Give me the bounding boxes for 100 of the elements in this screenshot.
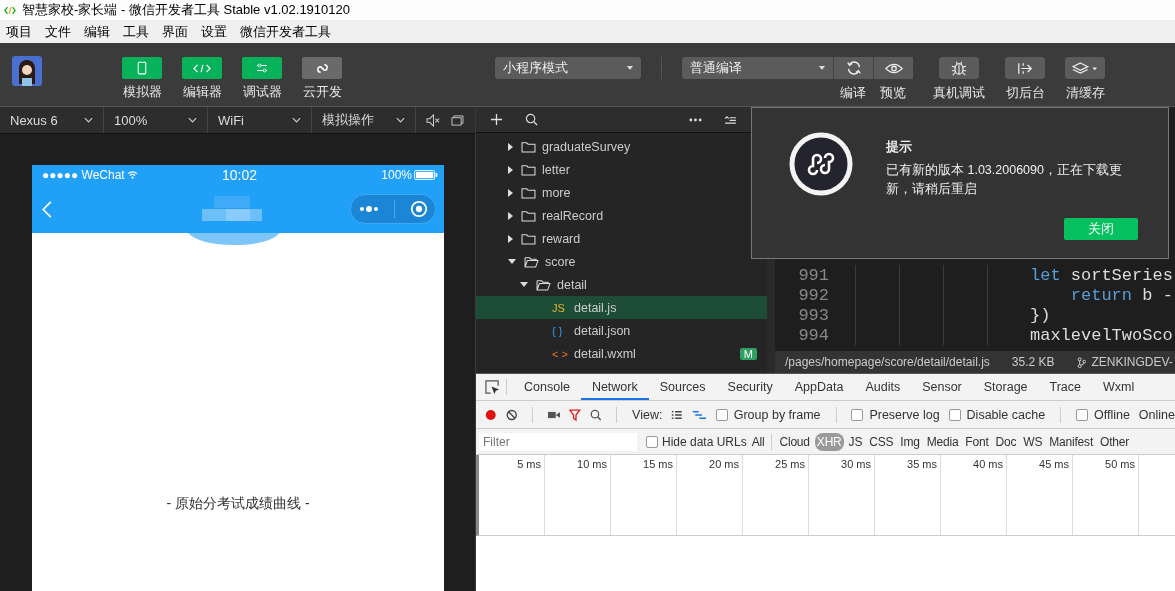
mini-program-icon [789, 132, 853, 196]
menu-item[interactable]: 编辑 [80, 22, 114, 41]
devtools-tab[interactable]: AppData [783, 374, 855, 400]
type-filter[interactable]: Media [924, 432, 961, 451]
toggle-button[interactable] [302, 57, 342, 79]
menu-item[interactable]: 设置 [197, 22, 231, 41]
tool-button[interactable] [939, 57, 979, 79]
type-filter[interactable]: JS [846, 432, 865, 451]
tool-button[interactable] [833, 57, 873, 79]
toggle-button[interactable] [242, 57, 282, 79]
tool-button[interactable] [1005, 57, 1045, 79]
close-icon[interactable] [409, 200, 428, 218]
menu-item[interactable]: 界面 [158, 22, 192, 41]
line-number: 991 [798, 265, 829, 285]
menu-item[interactable]: 微信开发者工具 [236, 22, 335, 41]
compile-select[interactable]: 普通编译 [682, 57, 833, 79]
avatar-icon[interactable] [12, 56, 42, 86]
clock-text: 10:02 [221, 167, 259, 183]
window-icon[interactable] [451, 114, 464, 126]
record-icon[interactable] [485, 407, 497, 422]
window-title: 智慧家校-家长端 - 微信开发者工具 Stable v1.02.1910120 [22, 1, 350, 19]
back-icon[interactable] [42, 200, 52, 218]
checkbox[interactable] [1075, 408, 1088, 421]
type-filter[interactable]: WS [1021, 432, 1045, 451]
file-tree-item[interactable]: { } detail.json [476, 319, 767, 342]
collapse-icon[interactable] [724, 115, 737, 124]
menu-item[interactable]: 工具 [119, 22, 153, 41]
tool-button[interactable] [873, 57, 913, 79]
device-select[interactable]: Nexus 6 [0, 107, 104, 133]
link-icon [314, 61, 330, 75]
device-select[interactable]: 模拟操作 [312, 107, 416, 133]
type-filter[interactable]: Font [963, 432, 991, 451]
file-tree-item[interactable]: realRecord [476, 204, 767, 227]
type-filter[interactable]: CSS [867, 432, 896, 451]
tool-label: 预览 [880, 84, 906, 102]
clear-icon[interactable] [505, 407, 518, 422]
toggle-button[interactable] [122, 57, 162, 79]
camera-icon[interactable] [547, 409, 561, 420]
tool-label: 切后台 [1005, 84, 1045, 102]
devtools-tab[interactable]: Security [716, 374, 784, 400]
file-tree-item[interactable]: score [476, 250, 767, 273]
folder-icon [521, 232, 536, 245]
file-tree-item[interactable]: letter [476, 158, 767, 181]
file-tree-item[interactable]: JS detail.js [476, 296, 767, 319]
file-tree-item[interactable]: more [476, 181, 767, 204]
device-select[interactable]: WiFi [208, 107, 312, 133]
bug-icon [951, 60, 967, 76]
throttle-select[interactable]: Online [1138, 407, 1175, 422]
devtools-tab[interactable]: Trace [1038, 374, 1093, 400]
type-filter[interactable]: Other [1098, 432, 1132, 451]
blurred-title [202, 196, 262, 222]
devtools-tab[interactable]: Sensor [911, 374, 973, 400]
checkbox[interactable] [646, 435, 658, 448]
menu-item[interactable]: 文件 [41, 22, 75, 41]
search-icon[interactable] [589, 407, 602, 422]
filter-field[interactable]: Filter [479, 432, 637, 451]
devtools-tab[interactable]: Console [513, 374, 581, 400]
devtools-tab[interactable]: Audits [854, 374, 912, 400]
list-view-icon[interactable] [671, 408, 683, 421]
toggle-label: 调试器 [242, 83, 282, 101]
device-select[interactable]: 100% [104, 107, 208, 133]
folder-icon [521, 186, 536, 199]
mute-icon[interactable] [426, 113, 441, 127]
checkbox[interactable] [948, 408, 961, 421]
devtools-tab[interactable]: Storage [972, 374, 1039, 400]
search-icon[interactable] [525, 113, 538, 126]
mode-select[interactable]: 小程序模式 [495, 57, 641, 79]
branch-icon [1076, 356, 1086, 368]
filter-icon[interactable] [569, 407, 581, 422]
chevron-icon [84, 117, 93, 123]
type-filter[interactable]: Cloud [777, 432, 812, 451]
option-label: Disable cache [966, 407, 1046, 422]
type-filter[interactable]: All [749, 432, 767, 451]
devtools-tab[interactable]: Sources [648, 374, 717, 400]
tool-label: 清缓存 [1065, 84, 1105, 102]
line-number: 992 [798, 285, 829, 305]
file-tree-item[interactable]: graduateSurvey [476, 135, 767, 158]
capsule-menu[interactable] [350, 194, 436, 224]
checkbox[interactable] [851, 408, 864, 421]
chevron-icon [188, 117, 197, 123]
devtools-tab[interactable]: Wxml [1092, 374, 1146, 400]
menu-item[interactable]: 项目 [2, 22, 36, 41]
chart-caption: - 原始分考试成绩曲线 - [166, 495, 310, 513]
type-filter[interactable]: Doc [993, 432, 1019, 451]
tick-label: 10 ms [577, 458, 607, 470]
inspect-icon[interactable] [485, 379, 500, 395]
type-filter[interactable]: Manifest [1047, 432, 1096, 451]
branch-name: ZENKINGDEV- [1091, 355, 1173, 369]
waterfall-icon[interactable] [691, 408, 707, 421]
dialog-title: 提示 [886, 139, 913, 156]
file-tree-item[interactable]: reward [476, 227, 767, 250]
checkbox[interactable] [715, 408, 728, 421]
file-tree-item[interactable]: detail [476, 273, 767, 296]
toggle-button[interactable] [182, 57, 222, 79]
tool-button[interactable] [1065, 57, 1105, 79]
add-icon[interactable] [490, 113, 503, 126]
type-filter[interactable]: Img [898, 432, 922, 451]
sliders-icon [256, 63, 268, 73]
more-icon[interactable] [689, 117, 702, 122]
file-tree-item[interactable]: < > detail.wxml M [476, 342, 767, 365]
